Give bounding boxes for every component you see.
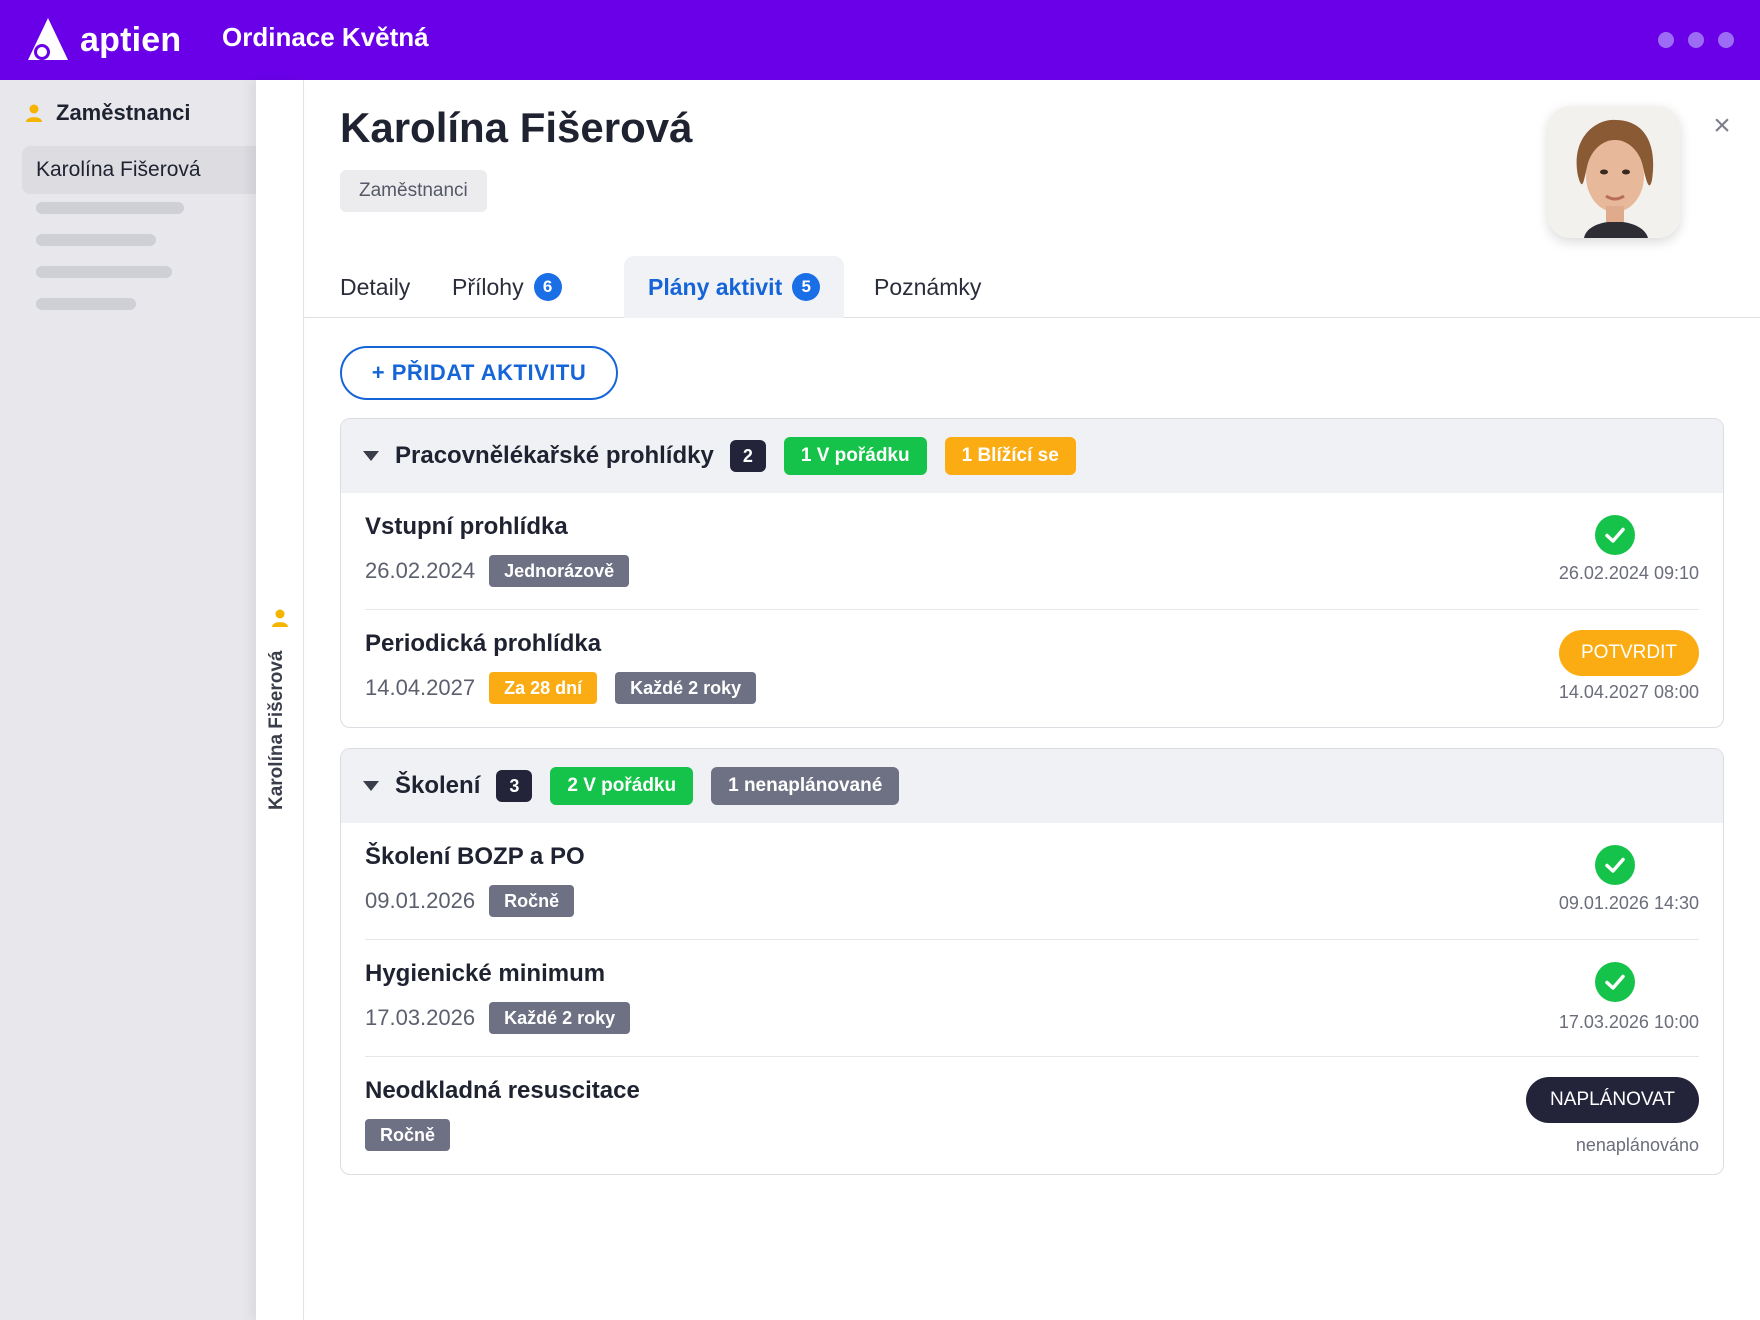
- tab-details[interactable]: Detaily: [340, 256, 410, 318]
- tab-attachments[interactable]: Přílohy 6: [452, 256, 562, 318]
- group-header[interactable]: Pracovnělékařské prohlídky 2 1 V pořádku…: [341, 419, 1723, 493]
- recurrence-tag: Jednorázově: [489, 555, 630, 587]
- activity-group: Pracovnělékařské prohlídky 2 1 V pořádku…: [340, 418, 1724, 728]
- recurrence-tag: Ročně: [489, 885, 575, 917]
- status-pill-unscheduled: 1 nenaplánované: [711, 767, 900, 805]
- group-count-badge: 2: [729, 440, 766, 472]
- recurrence-tag: Ročně: [365, 1119, 451, 1151]
- activity-row[interactable]: Školení BOZP a PO 09.01.2026 Ročně 09.01…: [365, 823, 1699, 940]
- group-header[interactable]: Školení 3 2 V pořádku 1 nenaplánované: [341, 749, 1723, 823]
- skeleton-line: [36, 266, 172, 278]
- avatar[interactable]: [1548, 106, 1680, 238]
- recurrence-tag: Každé 2 roky: [615, 672, 757, 704]
- check-circle-icon: [1595, 845, 1635, 885]
- due-tag: Za 28 dní: [489, 672, 598, 704]
- page-title: Karolína Fišerová: [340, 104, 693, 151]
- activity-date: 26.02.2024: [365, 558, 476, 583]
- activity-meta: Ročně: [365, 1119, 468, 1151]
- activity-title: Vstupní prohlídka: [365, 513, 568, 540]
- sidebar-section-header[interactable]: Zaměstnanci: [24, 100, 191, 126]
- activity-row[interactable]: Hygienické minimum 17.03.2026 Každé 2 ro…: [365, 940, 1699, 1057]
- completion-timestamp: 09.01.2026 14:30: [1558, 893, 1699, 913]
- activity-date: 17.03.2026: [365, 1005, 476, 1030]
- add-activity-button[interactable]: + PŘIDAT AKTIVITU: [340, 346, 618, 400]
- activity-group: Školení 3 2 V pořádku 1 nenaplánované Šk…: [340, 748, 1724, 1175]
- activity-row[interactable]: Periodická prohlídka 14.04.2027 Za 28 dn…: [365, 610, 1699, 727]
- group-count-badge: 3: [496, 770, 533, 802]
- window-dot[interactable]: [1688, 32, 1704, 48]
- top-bar: aptien Ordinace Květná: [0, 0, 1760, 80]
- activity-meta: 17.03.2026 Každé 2 roky: [365, 1002, 648, 1034]
- activity-meta: 26.02.2024 Jednorázově: [365, 555, 647, 587]
- close-icon[interactable]: ×: [1708, 111, 1736, 141]
- tab-label: Detaily: [340, 273, 411, 300]
- tab-bar: Detaily Přílohy 6 Plány aktivit 5 Poznám…: [304, 256, 1760, 318]
- status-pill-ok: 1 V pořádku: [783, 437, 927, 475]
- activity-date: 14.04.2027: [365, 675, 476, 700]
- window-dot[interactable]: [1718, 32, 1734, 48]
- status-pill-ok: 2 V pořádku: [550, 767, 694, 805]
- breadcrumb[interactable]: Zaměstnanci: [340, 170, 487, 212]
- sidebar-item-employee[interactable]: Karolína Fišerová: [22, 146, 256, 194]
- completion-timestamp: 26.02.2024 09:10: [1558, 563, 1699, 583]
- person-icon: [26, 104, 42, 122]
- window-controls[interactable]: [1658, 32, 1734, 48]
- tab-label: Poznámky: [874, 273, 982, 300]
- check-circle-icon: [1595, 962, 1635, 1002]
- group-title: Školení: [395, 772, 481, 799]
- recurrence-tag: Každé 2 roky: [489, 1002, 631, 1034]
- tab-notes[interactable]: Poznámky: [874, 256, 981, 318]
- org-name[interactable]: Ordinace Květná: [222, 22, 429, 53]
- skeleton-line: [36, 202, 184, 214]
- activity-meta: 09.01.2026 Ročně: [365, 885, 592, 917]
- activity-date: 09.01.2026: [365, 888, 476, 913]
- tab-label: Plány aktivit: [648, 273, 783, 300]
- avatar-image: [1548, 106, 1680, 238]
- logo[interactable]: aptien: [26, 16, 181, 64]
- tab-badge: 5: [792, 273, 821, 301]
- activity-title: Neodkladná resuscitace: [365, 1077, 640, 1104]
- unscheduled-label: nenaplánováno: [1575, 1135, 1699, 1155]
- confirm-button[interactable]: POTVRDIT: [1558, 630, 1699, 676]
- check-circle-icon: [1595, 515, 1635, 555]
- tab-badge: 6: [533, 273, 562, 301]
- collapsed-panel-strip[interactable]: Karolína Fišerová: [256, 80, 304, 1320]
- activity-title: Hygienické minimum: [365, 960, 606, 987]
- activity-meta: 14.04.2027 Za 28 dní Každé 2 roky: [365, 672, 774, 704]
- activity-row[interactable]: Neodkladná resuscitace Ročně NAPLÁNOVAT …: [365, 1057, 1699, 1174]
- caret-down-icon[interactable]: [363, 451, 379, 461]
- activity-row[interactable]: Vstupní prohlídka 26.02.2024 Jednorázově…: [365, 493, 1699, 610]
- scheduled-timestamp: 14.04.2027 08:00: [1558, 682, 1699, 702]
- schedule-button[interactable]: NAPLÁNOVAT: [1526, 1077, 1699, 1123]
- strip-label: Karolína Fišerová: [266, 650, 287, 810]
- window-dot[interactable]: [1658, 32, 1674, 48]
- skeleton-line: [36, 234, 156, 246]
- detail-panel: Karolína Fišerová Zaměstnanci × Detaily …: [304, 80, 1760, 1320]
- logo-text: aptien: [80, 20, 182, 59]
- skeleton-line: [36, 298, 136, 310]
- status-pill-upcoming: 1 Blížící se: [944, 437, 1076, 475]
- activity-title: Školení BOZP a PO: [365, 843, 585, 870]
- tab-activity-plans[interactable]: Plány aktivit 5: [624, 256, 845, 318]
- sidebar-section-label: Zaměstnanci: [56, 100, 191, 125]
- caret-down-icon[interactable]: [363, 781, 379, 791]
- completion-timestamp: 17.03.2026 10:00: [1558, 1012, 1699, 1032]
- tab-label: Přílohy: [452, 273, 524, 300]
- group-title: Pracovnělékařské prohlídky: [395, 442, 714, 469]
- person-icon: [272, 609, 288, 627]
- activity-title: Periodická prohlídka: [365, 630, 602, 657]
- sidebar: Zaměstnanci Karolína Fišerová: [0, 80, 256, 1320]
- aptien-logo-icon: [28, 18, 68, 60]
